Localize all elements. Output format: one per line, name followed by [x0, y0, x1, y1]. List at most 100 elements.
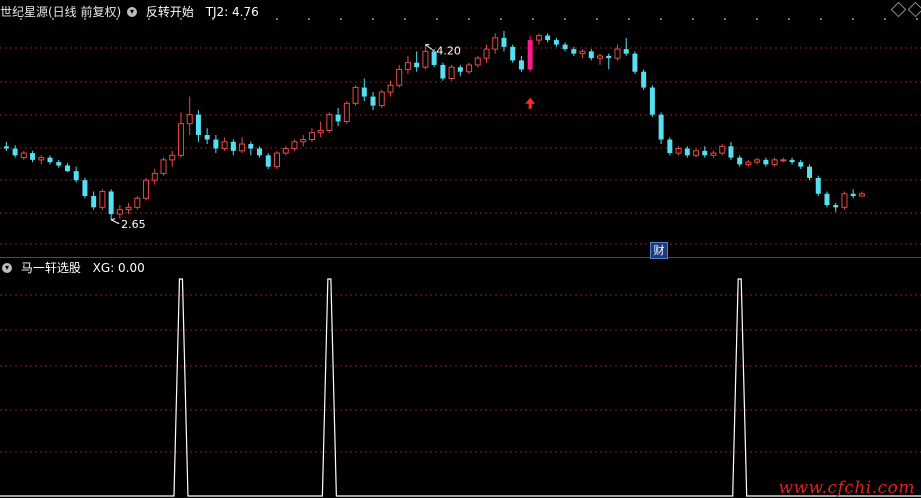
candle-body: [56, 162, 62, 166]
candle-body: [151, 172, 158, 181]
candle-body: [763, 159, 769, 165]
candle-body: [815, 177, 821, 194]
candle-body: [396, 68, 403, 86]
candle-body: [47, 157, 53, 163]
candle-body: [64, 165, 70, 172]
candle-body: [737, 157, 743, 165]
candle-body: [12, 148, 18, 156]
candle-body: [562, 44, 568, 50]
candle-body: [553, 40, 559, 45]
low-price-label: 2.65: [121, 218, 146, 231]
candle-body: [492, 37, 499, 50]
candle-body: [571, 49, 577, 54]
candle-body: [404, 62, 411, 70]
candle-body: [273, 152, 280, 168]
finance-badge[interactable]: 财: [650, 242, 668, 259]
candle-body: [30, 153, 36, 160]
candle-body: [248, 144, 254, 149]
signal-dot: [308, 18, 310, 20]
candle-body: [99, 191, 106, 208]
signal-dot: [468, 18, 470, 20]
signal-dot: [372, 18, 374, 20]
candle-body: [3, 146, 9, 149]
candle-body: [239, 143, 246, 152]
candle-body: [257, 148, 263, 156]
candle-body: [614, 48, 621, 59]
signal-dot: [564, 18, 566, 20]
indicator-name[interactable]: 反转开始: [146, 5, 194, 19]
signal-dot: [628, 18, 630, 20]
candle-body: [343, 102, 350, 122]
candle-body: [160, 159, 167, 174]
candle-body: [221, 141, 228, 150]
signal-arrow-icon: [525, 97, 536, 109]
candle-body: [588, 51, 594, 59]
candle-body: [789, 159, 795, 163]
candle-body: [370, 96, 376, 106]
candle-body: [623, 49, 629, 54]
candle-body: [448, 66, 455, 79]
candle-body: [771, 159, 778, 165]
signal-dot: [852, 18, 854, 20]
signal-dot: [788, 18, 790, 20]
bottom-panel-header: ▾ 马一轩选股 XG: 0.00: [0, 259, 145, 277]
candle-body: [641, 71, 647, 88]
chevron-down-icon[interactable]: ▾: [127, 6, 138, 17]
candle-body: [841, 193, 848, 208]
signal-dot: [692, 18, 694, 20]
xg-value: XG: 0.00: [92, 261, 145, 275]
candle-body: [414, 62, 420, 68]
candle-body: [535, 35, 542, 41]
candle-body: [466, 64, 473, 73]
candle-body: [527, 40, 533, 70]
signal-dot: [820, 18, 822, 20]
signal-dot: [404, 18, 406, 20]
candle-body: [91, 196, 97, 208]
signal-dot: [596, 18, 598, 20]
candle-body: [518, 60, 524, 70]
signal-dot: [436, 18, 438, 20]
candle-body: [282, 148, 289, 154]
candle-body: [501, 37, 507, 47]
candle-body: [850, 193, 856, 197]
candle-body: [387, 84, 394, 93]
bottom-indicator-name[interactable]: 马一轩选股: [21, 261, 81, 275]
candle-body: [807, 166, 813, 178]
low-pointer: [110, 218, 120, 225]
candle-body: [213, 139, 219, 149]
candle-body: [125, 206, 132, 211]
signal-dot: [724, 18, 726, 20]
signal-dot: [340, 18, 342, 20]
ticker-label[interactable]: 世纪星源(日线 前复权): [0, 5, 121, 19]
candle-body: [579, 50, 586, 55]
candle-body: [300, 139, 307, 143]
candle-body: [780, 159, 787, 162]
candle-body: [38, 157, 45, 161]
candle-body: [833, 205, 839, 208]
candle-body: [326, 114, 333, 131]
chevron-down-icon-bottom[interactable]: ▾: [2, 262, 12, 273]
candle-body: [457, 67, 463, 72]
candle-body: [169, 154, 176, 161]
signal-dot: [884, 18, 886, 20]
candle-body: [291, 141, 298, 150]
candle-body: [483, 48, 490, 59]
candle-body: [675, 148, 682, 154]
signal-dot: [500, 18, 502, 20]
candle-body: [352, 87, 359, 104]
candlestick-chart-svg[interactable]: 4.20 2.65: [0, 0, 921, 498]
candle-body: [719, 145, 726, 154]
candle-body: [378, 91, 385, 107]
candle-body: [204, 135, 210, 140]
candle-body: [658, 114, 664, 140]
candle-body: [230, 141, 236, 151]
candle-body: [177, 123, 184, 156]
high-price-label: 4.20: [436, 45, 461, 58]
top-panel-header: 世纪星源(日线 前复权) ▾ 反转开始 TJ2: 4.76: [0, 3, 259, 21]
candle-body: [754, 159, 761, 163]
signal-dot: [532, 18, 534, 20]
tj2-value: TJ2: 4.76: [205, 5, 259, 19]
candle-body: [684, 148, 690, 156]
candle-body: [265, 155, 271, 167]
candle-body: [693, 150, 700, 156]
